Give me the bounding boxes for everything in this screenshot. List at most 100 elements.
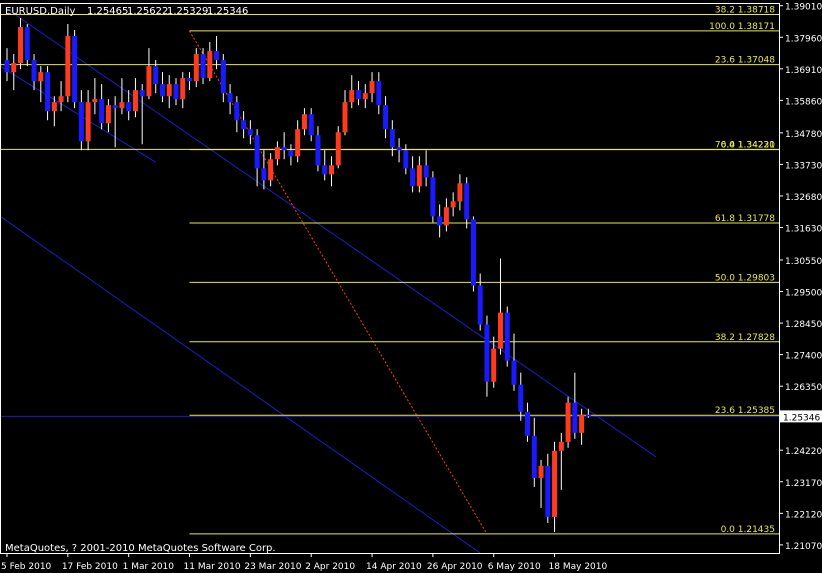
- plot-frame: [0, 3, 780, 554]
- candles: [4, 18, 591, 532]
- candle-bull: [207, 51, 213, 79]
- y-tick-label: 1.29500: [785, 289, 822, 299]
- candle-bull: [369, 81, 375, 94]
- channel-line-upper: [6, 8, 657, 458]
- candle-bull: [450, 201, 456, 208]
- candle-bear: [464, 183, 470, 220]
- x-tick-label: 23 Mar 2010: [244, 562, 301, 572]
- fib-level-label: 0.0 1.21435: [721, 525, 775, 535]
- fib-level-label: 23.6 1.25385: [715, 406, 775, 416]
- y-tick-label: 1.36910: [785, 66, 822, 76]
- current-price-label: 1.25346: [783, 413, 820, 423]
- candle-bear: [234, 102, 240, 121]
- candle-bull: [193, 54, 199, 82]
- candle-bear: [254, 135, 260, 169]
- candle-bear: [545, 465, 551, 517]
- candle-bear: [389, 129, 395, 148]
- fib-level-label: 61.8 1.31778: [715, 214, 775, 224]
- candle-bear: [31, 60, 37, 82]
- candle-bull: [11, 63, 17, 73]
- y-tick-label: 1.21070: [785, 542, 822, 552]
- y-tick-label: 1.33730: [785, 161, 822, 171]
- y-tick-label: 1.39010: [785, 3, 822, 13]
- candle-bear: [504, 312, 510, 361]
- chart-header-high: 1.25622: [127, 6, 168, 17]
- x-tick-label: 26 Apr 2010: [427, 562, 483, 572]
- candle-bear: [214, 51, 220, 61]
- candle-bear: [430, 177, 436, 217]
- y-tick-label: 1.22120: [785, 510, 822, 520]
- y-tick-label: 1.23170: [785, 479, 822, 489]
- candle-bear: [288, 150, 294, 157]
- candle-bull: [132, 90, 138, 112]
- candle-bear: [470, 219, 476, 286]
- candle-bear: [247, 129, 253, 136]
- candle-bull: [295, 129, 301, 157]
- y-tick-label: 1.35860: [785, 97, 822, 107]
- y-tick-label: 1.26350: [785, 383, 822, 393]
- y-tick-label: 1.27400: [785, 352, 822, 362]
- candle-bull: [349, 90, 355, 103]
- candle-bull: [301, 114, 307, 130]
- y-tick-label: 1.28450: [785, 320, 822, 330]
- candle-bear: [484, 324, 490, 382]
- candle-bear: [477, 285, 483, 325]
- candle-bear: [511, 360, 517, 385]
- x-tick-label: 11 Mar 2010: [184, 562, 241, 572]
- candle-bull: [443, 207, 449, 226]
- candle-bear: [356, 90, 362, 100]
- candle-bull: [65, 36, 71, 97]
- candle-bull: [166, 84, 172, 97]
- x-tick-label: 2 Apr 2010: [305, 562, 355, 572]
- candle-bull: [579, 414, 585, 433]
- candle-bear: [139, 90, 145, 97]
- candle-bull: [342, 102, 348, 133]
- x-tick-label: 18 May 2010: [549, 562, 608, 572]
- candle-bear: [403, 150, 409, 169]
- candle-bull: [457, 183, 463, 202]
- candle-bear: [518, 384, 524, 412]
- candle-bear: [383, 105, 389, 130]
- candle-bear: [112, 105, 118, 109]
- chart-header-open: 1.25465: [87, 6, 128, 17]
- candle-bear: [572, 402, 578, 433]
- channel-line-lower: [0, 215, 481, 554]
- candle-bear: [531, 435, 537, 478]
- x-tick-label: 5 Feb 2010: [1, 562, 52, 572]
- candle-bear: [173, 84, 179, 100]
- x-tick-label: 6 May 2010: [488, 562, 541, 572]
- y-tick-label: 1.30550: [785, 257, 822, 267]
- candle-bull: [491, 348, 497, 382]
- candle-bull: [119, 102, 125, 109]
- chart-lines: [0, 8, 779, 554]
- chart-header-close: 1.25346: [207, 6, 248, 17]
- chart-header-symbol: EURUSD,Daily: [5, 6, 76, 17]
- channel-line-mid: [0, 65, 156, 163]
- y-tick-label: 1.37960: [785, 34, 822, 44]
- candle-bear: [45, 72, 51, 112]
- candle-bear: [78, 102, 84, 142]
- y-tick-label: 1.34780: [785, 130, 822, 140]
- y-tick-label: 1.24220: [785, 447, 822, 457]
- x-tick-label: 14 Apr 2010: [366, 562, 422, 572]
- fib-level-label-upper: 38.2 1.38718: [715, 5, 775, 15]
- candle-bear: [396, 147, 402, 151]
- copyright-text: MetaQuotes, ? 2001-2010 MetaQuotes Softw…: [5, 543, 276, 554]
- fib-level-label: 50.0 1.29803: [715, 273, 775, 283]
- candle-bull: [38, 72, 44, 82]
- candle-bear: [159, 84, 165, 97]
- candle-bear: [241, 120, 247, 130]
- candle-bear: [315, 135, 321, 166]
- candle-bear: [410, 168, 416, 187]
- candle-bear: [187, 78, 193, 82]
- chart: 0.0 1.21435 23.6 1.25385 38.2 1.27828 50.0 …: [0, 3, 822, 572]
- candle-bear: [72, 36, 78, 103]
- fib-level-label-upper: 23.6 1.37048: [715, 56, 775, 66]
- candle-bear: [126, 102, 132, 112]
- candle-bull: [105, 105, 111, 124]
- candle-bear: [200, 54, 206, 79]
- candle-bull: [335, 132, 341, 166]
- candle-bull: [51, 102, 57, 112]
- candle-bear: [437, 216, 443, 226]
- candle-bear: [585, 414, 591, 417]
